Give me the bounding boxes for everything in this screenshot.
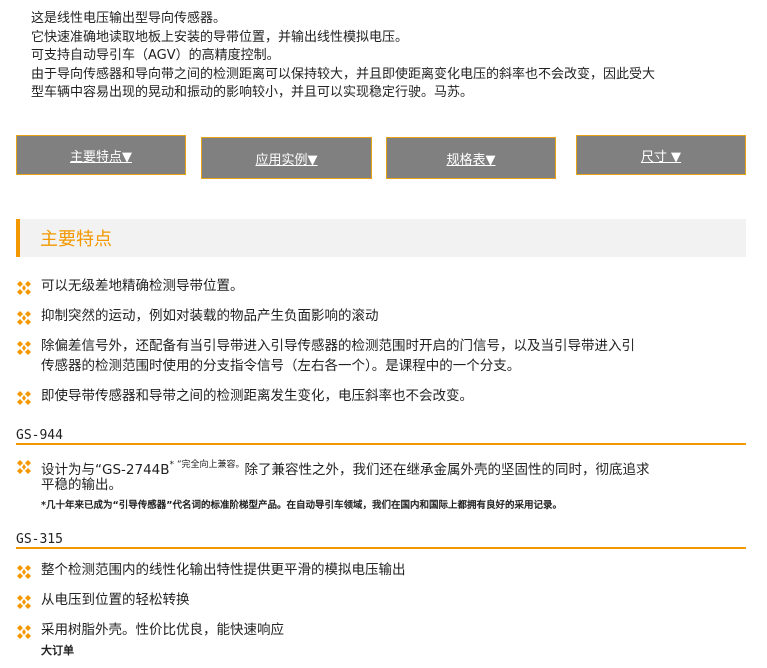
tab-applications[interactable]: 应用实例▼ xyxy=(201,137,372,179)
tab-spec-table[interactable]: 规格表▼ xyxy=(386,137,556,179)
gs315-feature: 从电压到位置的轻松转换 xyxy=(16,591,756,611)
orange-diamond-cluster-icon xyxy=(17,311,31,325)
feature-item: 即使导带传感器和导带之间的检测距离发生变化，电压斜率也不会改变。 xyxy=(16,387,756,407)
section-nav: 主要特点▼ 应用实例▼ 规格表▼ 尺寸 ▼ xyxy=(0,135,767,181)
section-title: 主要特点 xyxy=(40,229,112,250)
intro-line: 由于导向传感器和导向带之间的检测距离可以保持较大，并且即使距离变化电压的斜率也不… xyxy=(31,66,656,82)
intro-line: 它快速准确地读取地板上安装的导带位置，并输出线性模拟电压。 xyxy=(31,29,409,45)
feature-item: 可以无级差地精确检测导带位置。 xyxy=(16,277,756,297)
model-heading-gs315: GS-315 xyxy=(16,533,746,549)
intro-line: 这是线性电压输出型导向传感器。 xyxy=(31,11,227,26)
gs315-feature: 采用树脂外壳。性价比优良，能快速响应 xyxy=(16,621,756,641)
intro-line: 可支持自动导引车（AGV）的高精度控制。 xyxy=(31,48,280,63)
tab-main-features[interactable]: 主要特点▼ xyxy=(16,135,186,175)
gs944-feature: 设计为与“GS-2744B* ”完全向上兼容。除了兼容性之外，我们还在继承金属外… xyxy=(16,456,756,496)
gs315-feature: 整个检测范围内的线性化输出特性提供更平滑的模拟电压输出 xyxy=(16,561,756,581)
tab-dimensions[interactable]: 尺寸 ▼ xyxy=(576,135,746,175)
orange-diamond-cluster-icon xyxy=(17,391,31,405)
orange-diamond-cluster-icon xyxy=(17,341,31,355)
orange-diamond-cluster-icon xyxy=(17,281,31,295)
feature-item: 抑制突然的运动，例如对装载的物品产生负面影响的滚动 xyxy=(16,307,756,327)
intro-text: 这是线性电压输出型导向传感器。 它快速准确地读取地板上安装的导带位置，并输出线性… xyxy=(31,10,751,103)
gs315-tail-text: 大订单 xyxy=(41,644,74,657)
feature-item: 除偏差信号外，还配备有当引导带进入引导传感器的检测范围时开启的门信号，以及当引导… xyxy=(16,337,756,377)
orange-diamond-cluster-icon xyxy=(17,565,31,579)
model-heading-gs944: GS-944 xyxy=(16,429,746,445)
intro-line: 型车辆中容易出现的晃动和振动的影响较小，并且可以实现稳定行驶。马苏。 xyxy=(31,85,474,100)
orange-diamond-cluster-icon xyxy=(17,460,31,474)
orange-diamond-cluster-icon xyxy=(17,595,31,609)
orange-diamond-cluster-icon xyxy=(17,625,31,639)
gs944-footnote: *几十年来已成为“引导传感器”代名词的标准阶梯型产品。在自动导引车领域，我们在国… xyxy=(41,500,562,511)
section-heading: 主要特点 xyxy=(16,219,746,257)
